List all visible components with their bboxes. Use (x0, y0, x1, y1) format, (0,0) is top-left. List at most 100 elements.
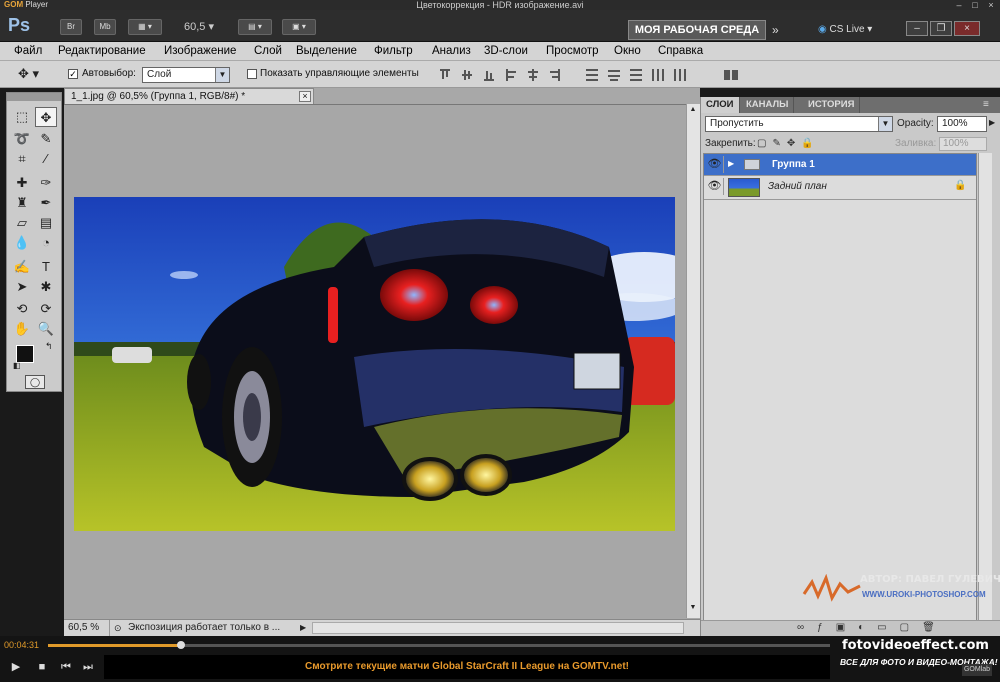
layer-row-group-1[interactable]: 👁 ▶ Группа 1 (704, 154, 976, 176)
bridge-button[interactable]: Br (60, 19, 82, 35)
cs-live-button[interactable]: ◉ CS Live ▾ (818, 20, 872, 40)
menu-help[interactable]: Справка (652, 42, 709, 61)
ps-minimize-button[interactable]: – (906, 21, 928, 36)
tab-layers[interactable]: СЛОИ (701, 97, 740, 113)
3d-orbit-tool-icon[interactable]: ⟳ (35, 299, 57, 319)
seek-handle[interactable] (176, 641, 185, 649)
gom-close-button[interactable]: × (984, 0, 998, 10)
eyedropper-tool-icon[interactable]: ⁄ (35, 149, 57, 169)
workspace-button[interactable]: МОЯ РАБОЧАЯ СРЕДА (628, 20, 766, 40)
swap-colors-icon[interactable]: ↰ (45, 341, 53, 352)
quick-selection-tool-icon[interactable]: ✎ (35, 129, 57, 149)
lasso-tool-icon[interactable]: ➰ (11, 129, 33, 149)
arrange-documents-dropdown[interactable]: ▤ ▾ (238, 19, 272, 35)
ps-close-button[interactable]: × (954, 21, 980, 36)
lock-icons[interactable]: ▢✎✥🔒 (757, 137, 820, 151)
autoselect-checkbox[interactable]: ✓ (68, 69, 78, 79)
next-icon[interactable]: ⏭ (78, 658, 98, 676)
gomlab-button[interactable]: GOMlab (962, 664, 992, 676)
watermark-logo-icon (802, 574, 861, 602)
gom-maximize-button[interactable]: □ (968, 0, 982, 10)
canvas-horizontal-scrollbar[interactable] (312, 622, 684, 634)
eye-icon[interactable]: 👁 (706, 178, 724, 195)
history-brush-tool-icon[interactable]: ✒ (35, 193, 57, 213)
layer-row-background[interactable]: 👁 Задний план 🔒 (704, 176, 976, 200)
play-icon[interactable]: ▶ (6, 658, 26, 676)
mini-bridge-button[interactable]: Mb (94, 19, 116, 35)
menu-edit[interactable]: Редактирование (52, 42, 152, 61)
default-colors-icon[interactable]: ◧ (13, 361, 21, 370)
news-ticker[interactable]: Смотрите текущие матчи Global StarCraft … (104, 655, 830, 679)
gradient-tool-icon[interactable]: ▤ (35, 213, 57, 233)
gom-minimize-button[interactable]: – (952, 0, 966, 10)
brush-tool-icon[interactable]: ✑ (35, 173, 57, 193)
eye-icon[interactable]: 👁 (706, 156, 724, 173)
quick-mask-icon[interactable]: ◯ (25, 375, 45, 389)
healing-brush-tool-icon[interactable]: ✚ (11, 173, 33, 193)
align-vcenter-icon (462, 74, 472, 76)
seek-bar-fill (48, 644, 181, 647)
ps-restore-button[interactable]: ❐ (930, 21, 952, 36)
status-menu-arrow-icon[interactable]: ▶ (300, 620, 306, 636)
layer-actions-icons[interactable]: ∞ƒ▣◐▭▢🗑 (797, 622, 948, 633)
crop-tool-icon[interactable]: ⌗ (11, 149, 33, 169)
distribute-bottom-icon (630, 69, 642, 71)
menu-view[interactable]: Просмотр (540, 42, 605, 61)
fill-field[interactable]: 100% (939, 137, 987, 151)
menu-image[interactable]: Изображение (158, 42, 242, 61)
3d-rotate-tool-icon[interactable]: ⟲ (11, 299, 33, 319)
show-transform-controls-checkbox[interactable] (247, 69, 257, 79)
marquee-tool-icon[interactable]: ⬚ (11, 107, 33, 127)
layer-name[interactable]: Задний план (768, 176, 827, 198)
tab-channels[interactable]: КАНАЛЫ (741, 97, 795, 113)
menu-analysis[interactable]: Анализ (426, 42, 477, 61)
path-selection-tool-icon[interactable]: ➤ (11, 277, 33, 297)
tab-history[interactable]: ИСТОРИЯ (803, 97, 861, 113)
document-tab[interactable]: 1_1.jpg @ 60,5% (Группа 1, RGB/8#) * × (64, 88, 314, 104)
expand-triangle-icon[interactable]: ▶ (728, 159, 734, 168)
seek-bar[interactable] (48, 641, 830, 649)
eraser-tool-icon[interactable]: ▱ (11, 213, 33, 233)
scroll-down-icon[interactable]: ▼ (688, 604, 698, 614)
view-extras-dropdown[interactable]: ▦ ▾ (128, 19, 162, 35)
toolbox: ⬚ ✥ ➰ ✎ ⌗ ⁄ ✚ ✑ ♜ ✒ ▱ ▤ 💧 ◔ ✍ T ➤ ✱ ⟲ ⟳ … (6, 92, 62, 392)
align-hcenter-icon (532, 69, 534, 81)
move-tool-preset-icon[interactable]: ✥ ▾ (18, 66, 39, 82)
menu-select[interactable]: Выделение (290, 42, 363, 61)
zoom-tool-icon[interactable]: 🔍 (35, 319, 57, 339)
screen-mode-dropdown[interactable]: ▣ ▾ (282, 19, 316, 35)
scroll-up-icon[interactable]: ▲ (688, 106, 698, 116)
blend-mode-select[interactable]: Пропустить ▼ (705, 116, 893, 132)
opacity-slider-arrow-icon[interactable]: ▶ (989, 118, 995, 127)
autoselect-target-select[interactable]: Слой ▼ (142, 67, 230, 83)
layers-scrollbar[interactable] (978, 153, 992, 621)
canvas[interactable] (64, 104, 686, 618)
move-tool-icon[interactable]: ✥ (35, 107, 57, 127)
opacity-field[interactable]: 100% (937, 116, 987, 132)
menu-file[interactable]: Файл (8, 42, 48, 61)
close-icon[interactable]: × (299, 91, 311, 102)
menu-3d[interactable]: 3D-слои (478, 42, 534, 61)
menu-layer[interactable]: Слой (248, 42, 288, 61)
type-tool-icon[interactable]: T (35, 257, 57, 277)
pen-tool-icon[interactable]: ✍ (11, 257, 33, 277)
zoom-level-dropdown[interactable]: 60,5 ▾ (170, 19, 228, 35)
autoselect-label: Автовыбор: (82, 68, 136, 79)
panel-menu-icon[interactable]: ≡ (983, 97, 989, 113)
stop-icon[interactable]: ■ (32, 658, 52, 676)
menu-window[interactable]: Окно (608, 42, 647, 61)
toolbox-grip[interactable] (7, 93, 61, 101)
canvas-vertical-scrollbar[interactable]: ▲ ▼ (686, 104, 700, 618)
hand-tool-icon[interactable]: ✋ (11, 319, 33, 339)
custom-shape-tool-icon[interactable]: ✱ (35, 277, 57, 297)
status-zoom[interactable]: 60,5 % (64, 620, 110, 636)
layer-name[interactable]: Группа 1 (772, 154, 815, 176)
chevron-down-icon: ▼ (878, 117, 892, 131)
dodge-tool-icon[interactable]: ◔ (35, 233, 57, 253)
more-workspaces-icon[interactable]: » (772, 20, 779, 40)
previous-icon[interactable]: ⏮ (56, 658, 76, 676)
status-info-icon[interactable]: ⊙ (114, 620, 122, 636)
blur-tool-icon[interactable]: 💧 (11, 233, 33, 253)
clone-stamp-tool-icon[interactable]: ♜ (11, 193, 33, 213)
menu-filter[interactable]: Фильтр (368, 42, 419, 61)
